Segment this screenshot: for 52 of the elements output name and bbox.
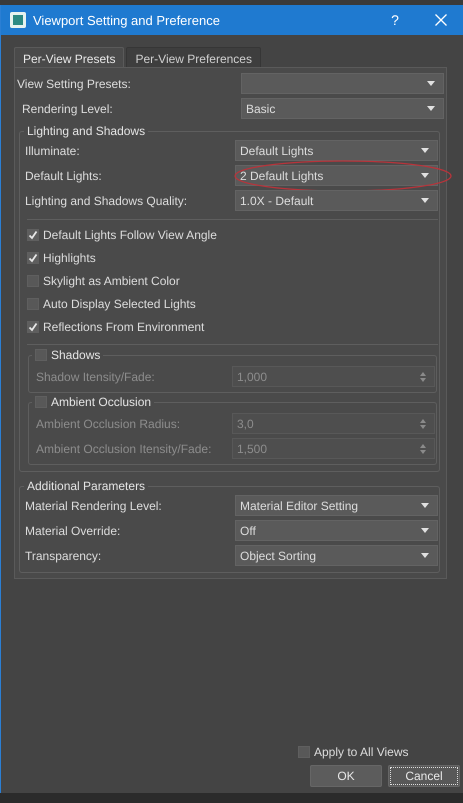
field-label: View Setting Presets: bbox=[17, 76, 132, 90]
checkbox-label: Apply to All Views bbox=[314, 745, 408, 759]
window-title: Viewport Setting and Preference bbox=[33, 12, 221, 28]
checkbox-label: Highlights bbox=[43, 250, 96, 264]
dropdown[interactable]: 1.0X - Default bbox=[235, 190, 438, 211]
field-label: Material Rendering Level: bbox=[25, 498, 163, 512]
field-label: Material Override: bbox=[25, 524, 122, 538]
field-label: Default Lights: bbox=[25, 168, 103, 182]
dropdown-arrow-icon bbox=[421, 553, 429, 558]
field-label: Illuminate: bbox=[25, 144, 81, 158]
dropdown[interactable]: Off bbox=[235, 520, 438, 541]
dropdown[interactable]: 2 Default Lights bbox=[235, 165, 438, 186]
group-title: Ambient Occlusion bbox=[51, 395, 152, 409]
close-icon bbox=[435, 14, 447, 26]
dropdown[interactable] bbox=[241, 73, 444, 94]
app-logo-icon bbox=[10, 12, 26, 28]
group-title: Additional Parameters bbox=[27, 479, 146, 493]
dropdown-arrow-icon bbox=[427, 106, 435, 111]
dropdown-arrow-icon bbox=[421, 173, 429, 178]
dropdown[interactable]: Object Sorting bbox=[235, 545, 438, 566]
checkbox-label: Auto Display Selected Lights bbox=[43, 296, 196, 310]
field-label: Ambient Occlusion Radius: bbox=[36, 416, 182, 430]
ok-button[interactable]: OK bbox=[310, 765, 382, 787]
checkbox-label: Default Lights Follow View Angle bbox=[43, 228, 217, 242]
field-label: Transparency: bbox=[25, 548, 102, 562]
field-label: Rendering Level: bbox=[22, 102, 114, 116]
checkbox[interactable] bbox=[27, 252, 39, 264]
dropdown-arrow-icon bbox=[421, 148, 429, 153]
field-label: Shadow Itensity/Fade: bbox=[36, 370, 156, 384]
tab[interactable]: Per-View Presets bbox=[14, 47, 124, 67]
dropdown[interactable]: Basic bbox=[241, 98, 444, 119]
tab[interactable]: Per-View Preferences bbox=[126, 47, 261, 67]
dropdown[interactable]: Material Editor Setting bbox=[235, 495, 438, 516]
checkbox[interactable] bbox=[298, 746, 310, 758]
checkbox-label: Reflections From Environment bbox=[43, 320, 204, 334]
group-title: Lighting and Shadows bbox=[27, 124, 146, 138]
field-label: Ambient Occlusion Itensity/Fade: bbox=[36, 442, 212, 456]
group-title: Shadows bbox=[51, 348, 100, 362]
checkbox[interactable] bbox=[27, 228, 39, 240]
dropdown-arrow-icon bbox=[427, 81, 435, 86]
spinner-arrows-icon bbox=[420, 372, 426, 382]
checkbox-label: Skylight as Ambient Color bbox=[43, 274, 180, 288]
spinner-arrows-icon bbox=[420, 418, 426, 428]
dropdown[interactable]: Default Lights bbox=[235, 140, 438, 161]
dropdown-arrow-icon bbox=[421, 528, 429, 533]
spinner-arrows-icon bbox=[420, 444, 426, 454]
cancel-button[interactable]: Cancel bbox=[388, 765, 460, 787]
field-label: Lighting and Shadows Quality: bbox=[25, 194, 188, 208]
dropdown-arrow-icon bbox=[421, 503, 429, 508]
checkbox[interactable] bbox=[27, 320, 39, 332]
dropdown-arrow-icon bbox=[421, 198, 429, 203]
help-button[interactable]: ? bbox=[377, 5, 413, 35]
